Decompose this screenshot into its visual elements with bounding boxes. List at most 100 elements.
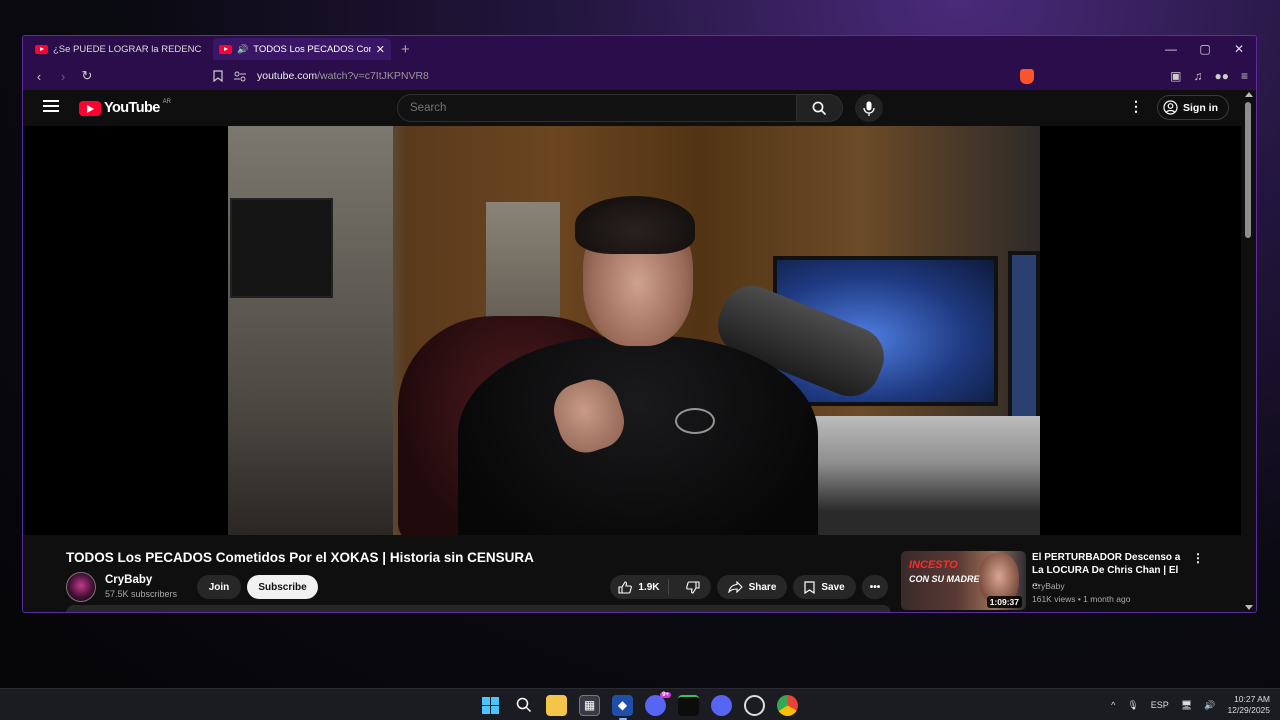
tray-expand-icon[interactable]: ^ bbox=[1111, 700, 1115, 710]
extension-icon[interactable]: ●● bbox=[1214, 69, 1229, 83]
file-explorer-icon[interactable] bbox=[546, 694, 567, 716]
scroll-down-icon[interactable] bbox=[1245, 605, 1253, 610]
video-player[interactable] bbox=[23, 126, 1241, 535]
more-actions-icon: ••• bbox=[869, 581, 881, 593]
youtube-page: YouTube AR ⋮ Sign in bbox=[23, 90, 1241, 612]
voice-search-button[interactable] bbox=[855, 94, 883, 122]
media-icon[interactable]: ♫ bbox=[1193, 69, 1202, 83]
taskbar: ▦ ◆ 9+ ^ 🎙 ESP 🖥 🔊 10:27 AM 12/29/2025 bbox=[0, 688, 1280, 720]
language-indicator[interactable]: ESP bbox=[1151, 700, 1169, 710]
scene-monitor-side bbox=[1008, 251, 1040, 426]
site-settings-icon[interactable] bbox=[233, 70, 247, 82]
forward-button[interactable]: › bbox=[51, 69, 75, 84]
like-count: 1.9K bbox=[638, 581, 660, 593]
youtube-favicon-icon bbox=[35, 44, 48, 54]
new-tab-button[interactable]: + bbox=[401, 41, 410, 58]
youtube-play-icon bbox=[79, 100, 101, 116]
share-icon bbox=[727, 581, 743, 593]
microphone-icon bbox=[863, 101, 875, 116]
taskbar-apps: ▦ ◆ 9+ bbox=[480, 689, 798, 720]
recommended-thumbnail[interactable]: INCESTO CON SU MADRE 1:09:37 bbox=[901, 551, 1026, 610]
tray-microphone-icon[interactable]: 🎙 bbox=[1127, 700, 1138, 711]
browser-window: ¿Se PUEDE LOGRAR la REDENCIÓN? 🔊 TODOS L… bbox=[22, 35, 1257, 613]
clock-date: 12/29/2025 bbox=[1227, 705, 1270, 715]
more-actions-button[interactable]: ••• bbox=[862, 575, 888, 599]
like-dislike-group: 1.9K bbox=[610, 575, 711, 599]
youtube-favicon-icon bbox=[219, 44, 232, 54]
page-scrollbar[interactable] bbox=[1241, 90, 1256, 612]
scene-wall bbox=[228, 126, 393, 535]
scroll-up-icon[interactable] bbox=[1245, 92, 1253, 97]
description-box[interactable] bbox=[66, 605, 891, 612]
bookmark-icon[interactable] bbox=[213, 70, 223, 82]
scroll-thumb[interactable] bbox=[1245, 102, 1251, 238]
like-button[interactable]: 1.9K bbox=[610, 579, 669, 595]
maximize-button[interactable]: ▢ bbox=[1188, 36, 1222, 62]
video-frame[interactable] bbox=[228, 126, 1040, 535]
tab-redencion[interactable]: ¿Se PUEDE LOGRAR la REDENCIÓN? bbox=[29, 38, 207, 60]
url-host: youtube.com bbox=[257, 70, 318, 82]
discord-icon[interactable] bbox=[711, 694, 732, 716]
video-duration: 1:09:37 bbox=[986, 596, 1022, 608]
channel-avatar[interactable] bbox=[66, 572, 96, 602]
discord-ptb-icon[interactable]: 9+ bbox=[645, 691, 671, 716]
recommended-menu-icon[interactable]: ⋮ bbox=[1192, 551, 1204, 565]
start-button[interactable] bbox=[480, 695, 501, 716]
menu-icon[interactable]: ≡ bbox=[1241, 69, 1248, 83]
scene-person-hair bbox=[575, 196, 695, 254]
minimize-button[interactable]: — bbox=[1154, 36, 1188, 62]
taskbar-search-icon[interactable] bbox=[513, 695, 534, 716]
volume-icon[interactable]: 🔊 bbox=[1204, 700, 1215, 711]
youtube-logo[interactable]: YouTube AR bbox=[79, 99, 171, 116]
sidebar-icon[interactable]: ▣ bbox=[1170, 69, 1181, 83]
chrome-icon[interactable] bbox=[777, 694, 798, 716]
url-field[interactable]: youtube.com/watch?v=c7ItJKPNVR8 bbox=[213, 62, 429, 90]
account-icon bbox=[1163, 100, 1178, 115]
channel-name[interactable]: CryBaby bbox=[105, 574, 152, 586]
clock-time: 10:27 AM bbox=[1234, 694, 1270, 704]
audio-playing-icon[interactable]: 🔊 bbox=[237, 44, 248, 55]
subscribe-button[interactable]: Subscribe bbox=[247, 575, 318, 599]
tab-label: ¿Se PUEDE LOGRAR la REDENCIÓN? bbox=[53, 43, 201, 55]
subscribe-label: Subscribe bbox=[258, 581, 307, 593]
thumbnail-text-2: CON SU MADRE bbox=[909, 574, 980, 584]
scene-tv bbox=[230, 198, 333, 298]
clock[interactable]: 10:27 AM 12/29/2025 bbox=[1227, 694, 1270, 716]
thumbs-up-icon bbox=[618, 580, 633, 594]
save-button[interactable]: Save bbox=[793, 575, 856, 599]
system-tray: ^ 🎙 ESP 🖥 🔊 10:27 AM 12/29/2025 bbox=[1111, 689, 1270, 720]
recommended-meta: 161K views • 1 month ago bbox=[1032, 594, 1131, 604]
url-path: /watch?v=c7ItJKPNVR8 bbox=[317, 70, 429, 82]
tab-pecados[interactable]: 🔊 TODOS Los PECADOS Cometi ✕ bbox=[213, 38, 391, 60]
store-icon[interactable]: ▦ bbox=[579, 694, 600, 716]
brave-shields-icon[interactable] bbox=[1020, 69, 1034, 84]
hamburger-menu-icon[interactable] bbox=[43, 100, 59, 112]
logo-wordmark: YouTube bbox=[104, 100, 160, 116]
recommended-channel[interactable]: CryBaby bbox=[1032, 581, 1065, 591]
join-button[interactable]: Join bbox=[197, 575, 241, 599]
notification-badge: 9+ bbox=[660, 691, 671, 698]
share-button[interactable]: Share bbox=[717, 575, 787, 599]
reload-button[interactable]: ↻ bbox=[75, 68, 99, 84]
nvidia-app-icon[interactable] bbox=[678, 694, 699, 716]
back-button[interactable]: ‹ bbox=[27, 69, 51, 84]
search-button[interactable] bbox=[796, 94, 843, 122]
recommended-video[interactable]: INCESTO CON SU MADRE 1:09:37 El PERTURBA… bbox=[901, 551, 1204, 611]
sign-in-button[interactable]: Sign in bbox=[1157, 95, 1229, 120]
thumbs-down-icon bbox=[686, 580, 700, 594]
scene-person-body bbox=[458, 336, 818, 535]
windows-logo-icon bbox=[482, 696, 499, 714]
close-window-button[interactable]: ✕ bbox=[1222, 36, 1256, 62]
steam-icon[interactable] bbox=[744, 694, 765, 716]
network-icon[interactable]: 🖥 bbox=[1181, 700, 1192, 711]
settings-kebab-icon[interactable]: ⋮ bbox=[1129, 98, 1143, 115]
dislike-button[interactable] bbox=[675, 580, 711, 594]
video-title: TODOS Los PECADOS Cometidos Por el XOKAS… bbox=[66, 550, 534, 565]
tab-bar: ¿Se PUEDE LOGRAR la REDENCIÓN? 🔊 TODOS L… bbox=[23, 36, 1256, 62]
youtube-header: YouTube AR ⋮ Sign in bbox=[23, 90, 1241, 126]
search-input[interactable] bbox=[397, 94, 797, 122]
channel-row: CryBaby 57.5K subscribers Join Subscribe… bbox=[66, 572, 891, 602]
scene-hoodie-logo bbox=[675, 408, 715, 434]
tab-close-icon[interactable]: ✕ bbox=[376, 43, 385, 56]
vpn-app-icon[interactable]: ◆ bbox=[612, 694, 633, 720]
